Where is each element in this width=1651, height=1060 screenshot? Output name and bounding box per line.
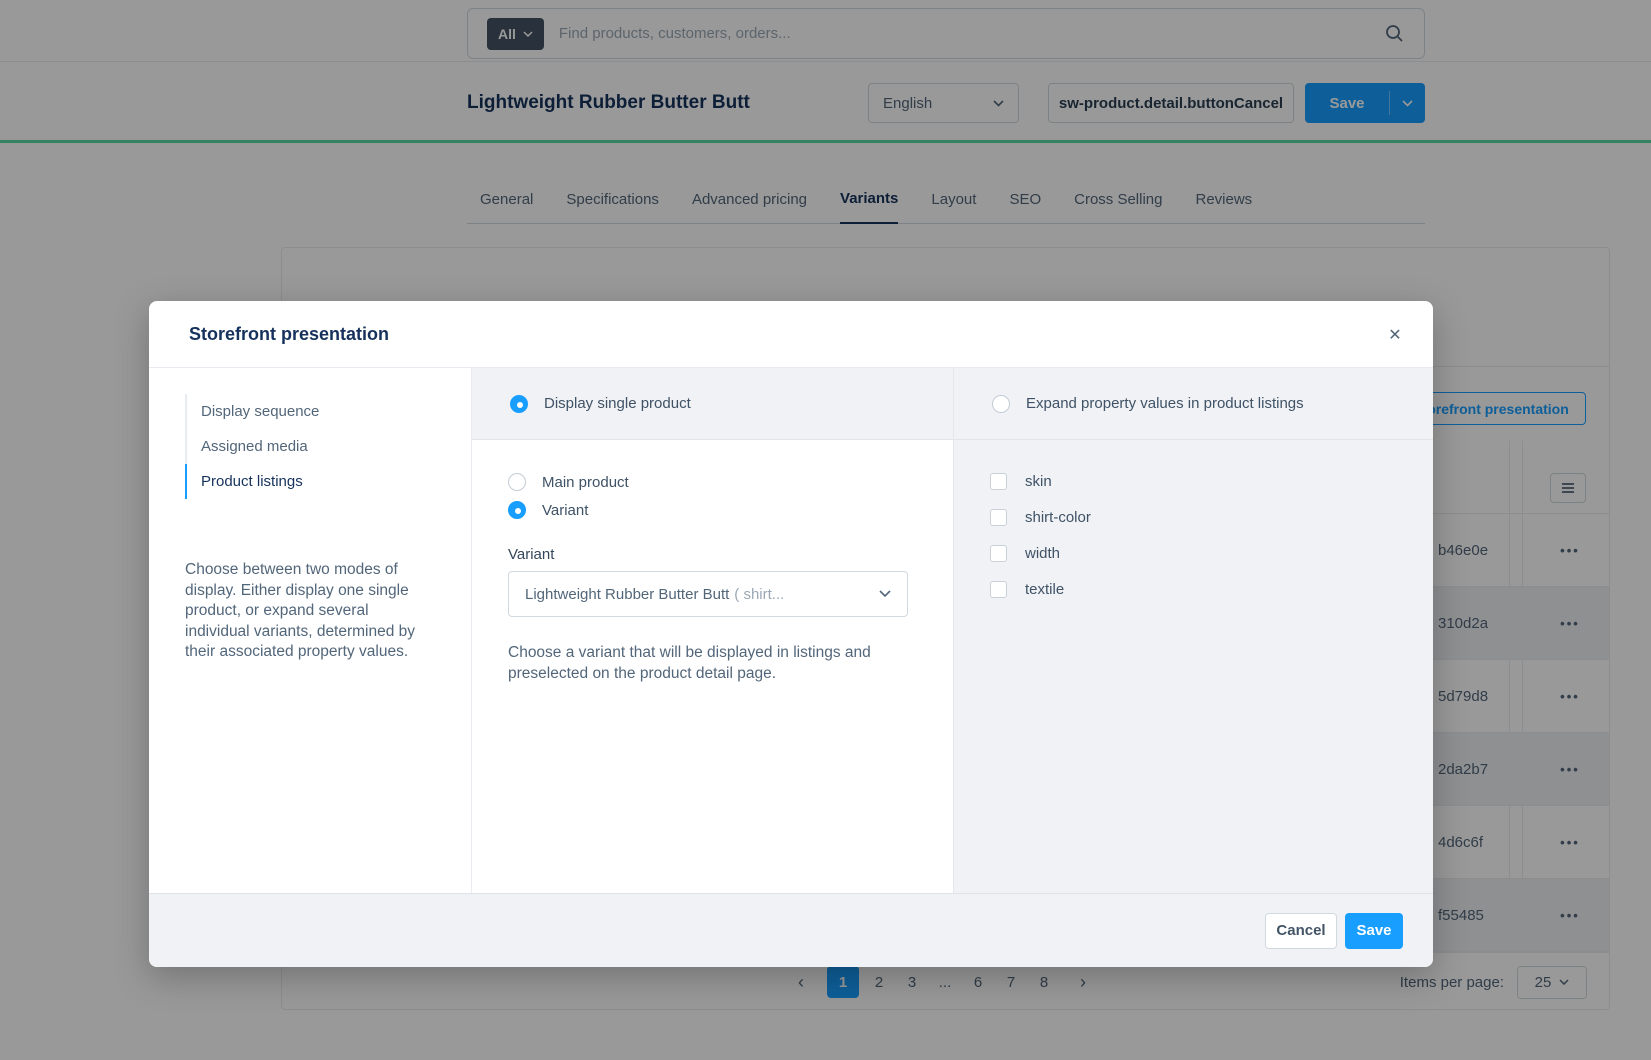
single-product-body: Main product Variant Variant Lightweight…	[472, 440, 953, 684]
variant-help-text: Choose a variant that will be displayed …	[508, 643, 908, 684]
property-option-textile[interactable]: textile	[990, 576, 1433, 602]
expand-properties-header: Expand property values in product listin…	[954, 368, 1433, 440]
sidebar-item-product-listings[interactable]: Product listings	[185, 464, 319, 499]
variant-select-value-suffix: ( shirt...	[734, 586, 784, 603]
variant-radio[interactable]	[508, 501, 526, 519]
expand-properties-radio[interactable]	[992, 395, 1010, 413]
variant-option[interactable]: Variant	[508, 496, 953, 524]
skin-checkbox[interactable]	[990, 473, 1007, 490]
expand-properties-label: Expand property values in product listin…	[1026, 395, 1304, 412]
sidebar-description: Choose between two modes of display. Eit…	[185, 560, 437, 663]
expand-properties-column: Expand property values in product listin…	[954, 368, 1433, 893]
shirt-color-checkbox[interactable]	[990, 509, 1007, 526]
modal-footer: Cancel Save	[149, 893, 1433, 967]
modal-save-button[interactable]: Save	[1345, 913, 1403, 949]
width-checkbox[interactable]	[990, 545, 1007, 562]
main-product-option[interactable]: Main product	[508, 468, 953, 496]
single-product-header: Display single product	[472, 368, 953, 440]
textile-checkbox[interactable]	[990, 581, 1007, 598]
variant-option-label: Variant	[542, 502, 588, 519]
variant-field-label: Variant	[508, 546, 953, 563]
chevron-down-icon	[879, 590, 891, 598]
sidebar-item-display-sequence[interactable]: Display sequence	[185, 394, 319, 429]
textile-label: textile	[1025, 581, 1064, 598]
modal-sidebar: Display sequence Assigned media Product …	[149, 368, 472, 893]
app: All Find products, customers, orders... …	[0, 0, 1651, 1060]
sidebar-item-assigned-media[interactable]: Assigned media	[185, 429, 319, 464]
main-product-label: Main product	[542, 474, 629, 491]
variant-select-value: Lightweight Rubber Butter Butt	[525, 586, 729, 603]
expand-properties-body: skin shirt-color width textile	[954, 440, 1433, 602]
display-single-product-radio[interactable]	[510, 395, 528, 413]
modal-header: Storefront presentation ✕	[149, 301, 1433, 368]
modal-cancel-button[interactable]: Cancel	[1265, 913, 1337, 949]
display-single-product-label: Display single product	[544, 395, 691, 412]
skin-label: skin	[1025, 473, 1052, 490]
close-icon[interactable]: ✕	[1383, 323, 1407, 347]
single-product-column: Display single product Main product Vari…	[472, 368, 954, 893]
shirt-color-label: shirt-color	[1025, 509, 1091, 526]
variant-select[interactable]: Lightweight Rubber Butter Butt ( shirt..…	[508, 571, 908, 617]
property-option-width[interactable]: width	[990, 540, 1433, 566]
modal-sidebar-nav: Display sequence Assigned media Product …	[185, 394, 319, 499]
storefront-presentation-modal: Storefront presentation ✕ Display sequen…	[149, 301, 1433, 967]
main-product-radio[interactable]	[508, 473, 526, 491]
modal-title: Storefront presentation	[189, 324, 389, 345]
property-option-shirt-color[interactable]: shirt-color	[990, 504, 1433, 530]
width-label: width	[1025, 545, 1060, 562]
modal-body: Display sequence Assigned media Product …	[149, 368, 1433, 893]
property-option-skin[interactable]: skin	[990, 468, 1433, 494]
